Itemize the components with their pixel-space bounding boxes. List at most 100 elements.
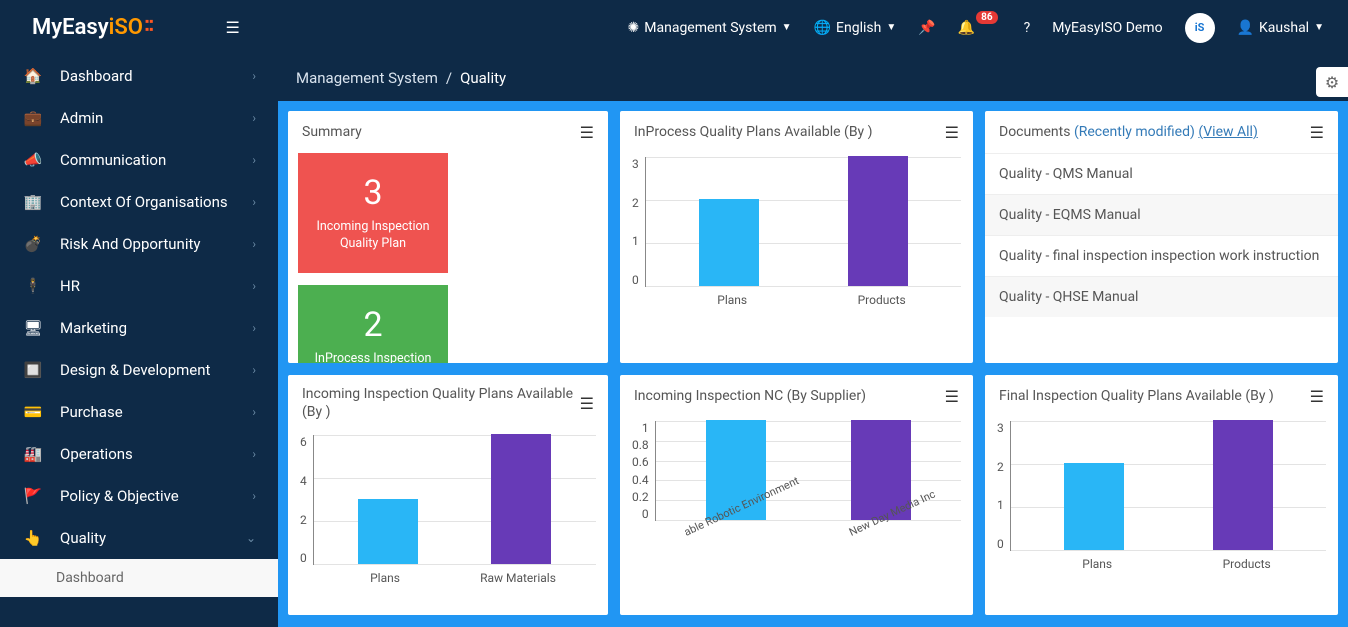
home-icon: 🏠 [22,67,44,85]
monitor-icon: 🖥 [22,319,44,337]
pin-icon: 📌 [918,20,935,36]
card-menu-button[interactable]: ☰ [580,123,594,142]
sidebar-item-admin[interactable]: 💼 Admin › [0,97,278,139]
card-menu-button[interactable]: ☰ [1310,387,1324,406]
avatar[interactable]: iS [1185,13,1215,43]
chevron-right-icon: › [252,363,256,377]
list-item[interactable]: Quality - QHSE Manual [985,276,1338,317]
sidebar-item-policy[interactable]: 🚩Policy & Objective› [0,475,278,517]
card-title: Incoming Inspection Quality Plans Availa… [302,385,580,421]
tile-incoming[interactable]: 3 Incoming Inspection Quality Plan [298,153,448,273]
logo[interactable]: MyEasyiSO▪▪▪▪ [12,15,165,40]
card-menu-button[interactable]: ☰ [1310,123,1324,142]
bell-icon: 🔔 [958,20,975,36]
logo-dots-icon: ▪▪▪▪ [145,17,154,33]
user-icon: 👤 [1237,20,1254,36]
chart: 3210PlansProducts [985,417,1338,579]
sidebar-item-hr[interactable]: 🕴HR› [0,265,278,307]
card-title: InProcess Quality Plans Available (By ) [634,123,945,141]
language-menu[interactable]: 🌐 English ▼ [814,20,897,36]
tile-inprocess[interactable]: 2 InProcess Inspection Quality Plan [298,285,448,363]
list-item[interactable]: Quality - QMS Manual [985,153,1338,194]
caret-down-icon: ▼ [886,22,896,33]
risk-icon: 💣 [22,235,44,253]
chevron-down-icon: ⌄ [246,531,256,545]
language-label: English [836,20,881,36]
management-system-label: Management System [644,20,776,36]
sidebar-item-design[interactable]: 🔲Design & Development› [0,349,278,391]
bullhorn-icon: 📣 [22,151,44,169]
card-menu-button[interactable]: ☰ [945,387,959,406]
breadcrumb: Management System / Quality [278,55,1348,101]
sidebar-item-operations[interactable]: 🏭Operations› [0,433,278,475]
main: Management System / Quality ⚙ Summary ☰ … [278,55,1348,627]
chevron-right-icon: › [252,321,256,335]
inprocess-chart-card: InProcess Quality Plans Available (By ) … [620,111,973,363]
chevron-right-icon: › [252,489,256,503]
list-item[interactable]: Quality - EQMS Manual [985,194,1338,235]
breadcrumb-sep: / [446,69,452,87]
docs-title-main: Documents [999,124,1074,140]
breadcrumb-root[interactable]: Management System [296,69,438,87]
dashboard-canvas: Summary ☰ 3 Incoming Inspection Quality … [278,101,1348,627]
top-bar: MyEasyiSO▪▪▪▪ ☰ ✺ Management System ▼ 🌐 … [0,0,1348,55]
notifications-badge: 86 [976,11,997,24]
incoming-nc-chart-card: Incoming Inspection NC (By Supplier) ☰ 1… [620,375,973,615]
help-icon: ? [1024,20,1031,36]
user-name: Kaushal [1259,20,1309,36]
card-menu-button[interactable]: ☰ [580,394,594,413]
docs-title-paren: (Recently modified) [1074,124,1198,140]
sidebar-sub-dashboard[interactable]: Dashboard [0,559,278,597]
breadcrumb-current: Quality [460,69,506,87]
help-button[interactable]: ? [1024,20,1031,36]
page-settings-button[interactable]: ⚙ [1316,67,1348,97]
card-title: Incoming Inspection NC (By Supplier) [634,387,945,405]
demo-label[interactable]: MyEasyISO Demo [1052,20,1162,36]
chart: 6420PlansRaw Materials [288,431,608,593]
chevron-right-icon: › [252,111,256,125]
sidebar-item-label: Admin [60,109,103,127]
sidebar-item-context[interactable]: 🏢Context Of Organisations› [0,181,278,223]
card-title: Final Inspection Quality Plans Available… [999,387,1310,405]
sidebar-item-communication[interactable]: 📣Communication› [0,139,278,181]
logo-suffix: iSO [109,15,143,40]
user-menu[interactable]: 👤 Kaushal ▼ [1237,20,1324,36]
diagram-icon: 🔲 [22,361,44,379]
sidebar-item-label: Purchase [60,403,123,421]
sidebar-item-label: Dashboard [60,67,133,85]
documents-list: Quality - QMS Manual Quality - EQMS Manu… [985,153,1338,317]
chevron-right-icon: › [252,153,256,167]
list-item[interactable]: Quality - final inspection inspection wo… [985,235,1338,276]
chevron-right-icon: › [252,69,256,83]
card-icon: 💳 [22,403,44,421]
chart: 10.80.60.40.20able Robotic EnvironmentNe… [620,417,973,548]
management-system-menu[interactable]: ✺ Management System ▼ [628,20,792,36]
tile-label: Incoming Inspection Quality Plan [304,219,442,253]
person-icon: 🕴 [22,277,44,295]
globe-icon: 🌐 [814,20,831,36]
sidebar-item-label: Operations [60,445,133,463]
sidebar-item-marketing[interactable]: 🖥Marketing› [0,307,278,349]
docs-viewall-link[interactable]: (View All) [1198,124,1257,140]
sidebar-item-purchase[interactable]: 💳Purchase› [0,391,278,433]
building-icon: 🏢 [22,193,44,211]
chart: 3210PlansProducts [620,153,973,315]
caret-down-icon: ▼ [782,22,792,33]
sidebar-item-quality[interactable]: 👆 Quality ⌄ [0,517,278,559]
pin-button[interactable]: 📌 [918,20,935,36]
hand-icon: 👆 [22,529,44,547]
final-plans-chart-card: Final Inspection Quality Plans Available… [985,375,1338,615]
sidebar-item-label: Quality [60,529,106,547]
sidebar: 🏠 Dashboard › 💼 Admin › 📣Communication› 🏢 Con… [0,55,278,627]
notifications-button[interactable]: 🔔 86 [958,20,1002,36]
card-title: Summary [302,123,580,141]
sidebar-item-label: Context Of Organisations [60,193,228,211]
card-menu-button[interactable]: ☰ [945,123,959,142]
sidebar-toggle-icon[interactable]: ☰ [225,18,239,37]
chevron-right-icon: › [252,279,256,293]
sidebar-item-risk[interactable]: 💣Risk And Opportunity› [0,223,278,265]
factory-icon: 🏭 [22,445,44,463]
sidebar-item-dashboard[interactable]: 🏠 Dashboard › [0,55,278,97]
briefcase-icon: 💼 [22,109,44,127]
layout: 🏠 Dashboard › 💼 Admin › 📣Communication› 🏢 Con… [0,55,1348,627]
